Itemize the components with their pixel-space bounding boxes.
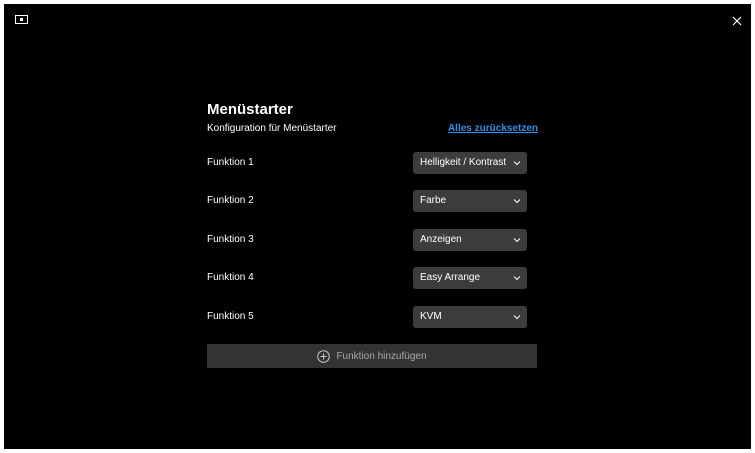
- function-row-2: Funktion 2 Farbe: [207, 190, 538, 212]
- page-title: Menüstarter: [207, 101, 293, 118]
- function-label: Funktion 1: [207, 157, 254, 168]
- function-row-1: Funktion 1 Helligkeit / Kontrast: [207, 152, 538, 174]
- reset-all-link[interactable]: Alles zurücksetzen: [448, 123, 538, 134]
- app-window: Menüstarter Konfiguration für Menüstarte…: [4, 4, 751, 449]
- dropdown-value: KVM: [420, 311, 442, 322]
- function-5-dropdown[interactable]: KVM: [413, 306, 527, 328]
- function-3-dropdown[interactable]: Anzeigen: [413, 229, 527, 251]
- dropdown-value: Easy Arrange: [420, 272, 481, 283]
- page-subtitle: Konfiguration für Menüstarter: [207, 123, 337, 134]
- function-4-dropdown[interactable]: Easy Arrange: [413, 267, 527, 289]
- function-label: Funktion 2: [207, 195, 254, 206]
- function-label: Funktion 4: [207, 272, 254, 283]
- close-icon[interactable]: [730, 14, 744, 28]
- chevron-down-icon: [513, 276, 521, 281]
- function-1-dropdown[interactable]: Helligkeit / Kontrast: [413, 152, 527, 174]
- add-function-content: Funktion hinzufügen: [207, 344, 537, 368]
- chevron-down-icon: [513, 238, 521, 243]
- function-row-4: Funktion 4 Easy Arrange: [207, 267, 538, 289]
- plus-circle-icon: [317, 349, 331, 363]
- dropdown-value: Anzeigen: [420, 234, 462, 245]
- chevron-down-icon: [513, 315, 521, 320]
- function-label: Funktion 3: [207, 234, 254, 245]
- chevron-down-icon: [513, 199, 521, 204]
- function-row-5: Funktion 5 KVM: [207, 306, 538, 328]
- dropdown-value: Farbe: [420, 195, 447, 206]
- chevron-down-icon: [513, 161, 521, 166]
- function-row-3: Funktion 3 Anzeigen: [207, 229, 538, 251]
- function-label: Funktion 5: [207, 311, 254, 322]
- monitor-icon: [15, 15, 28, 24]
- dropdown-value: Helligkeit / Kontrast: [420, 157, 507, 168]
- function-2-dropdown[interactable]: Farbe: [413, 190, 527, 212]
- add-function-label: Funktion hinzufügen: [336, 350, 427, 362]
- add-function-button[interactable]: Funktion hinzufügen: [207, 344, 537, 368]
